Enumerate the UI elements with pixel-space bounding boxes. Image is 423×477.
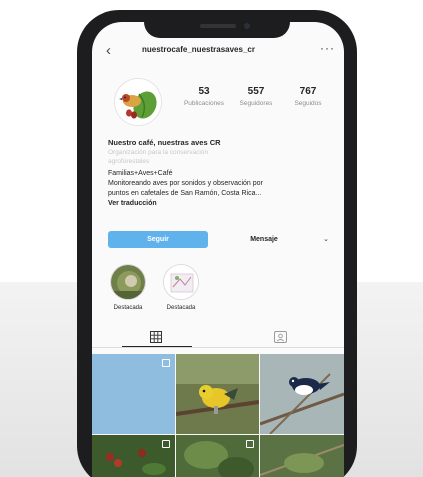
follow-button[interactable]: Seguir xyxy=(108,231,208,248)
following-label[interactable]: Seguidos xyxy=(280,100,336,107)
multiple-photos-icon xyxy=(162,440,170,448)
chevron-down-icon[interactable]: ⌄ xyxy=(318,231,334,248)
highlight-1-image xyxy=(111,265,145,299)
post-thumbnail[interactable] xyxy=(260,354,344,434)
highlight-2-image xyxy=(164,265,198,299)
post-3-blue-bird-image xyxy=(260,354,344,434)
avatar[interactable] xyxy=(114,78,162,126)
bio-faded-line-2: agroforestales xyxy=(108,158,150,165)
cafe-bird-logo xyxy=(115,79,161,125)
post-thumbnail[interactable] xyxy=(92,435,175,477)
see-translation-link[interactable]: Ver traducción xyxy=(108,200,157,207)
followers-label[interactable]: Seguidores xyxy=(228,100,284,107)
tabs-divider xyxy=(92,347,344,348)
highlight-1[interactable] xyxy=(110,264,146,300)
posts-count: 53 xyxy=(198,86,210,97)
phone-screen: ‹ nuestrocafe_nuestrasaves_cr ··· 53 Pub… xyxy=(92,22,344,477)
tagged-icon[interactable] xyxy=(274,330,287,348)
multiple-photos-icon xyxy=(246,440,254,448)
highlight-2[interactable] xyxy=(163,264,199,300)
message-button[interactable]: Mensaje xyxy=(214,231,314,248)
active-tab-indicator xyxy=(122,346,192,347)
bio-line-1: Familias+Aves+Café xyxy=(108,170,173,177)
post-6-branches-image xyxy=(260,435,344,477)
highlight-2-label: Destacada xyxy=(166,305,196,311)
posts-label: Publicaciones xyxy=(183,100,225,107)
bio-line-2: Monitoreando aves por sonidos y observac… xyxy=(108,180,263,187)
highlight-1-label: Destacada xyxy=(113,305,143,311)
back-icon[interactable]: ‹ xyxy=(106,42,111,59)
post-thumbnail[interactable] xyxy=(260,435,344,477)
followers-count[interactable]: 557 xyxy=(228,86,284,97)
post-thumbnail[interactable] xyxy=(176,435,259,477)
posts-grid xyxy=(92,354,344,477)
more-options-icon[interactable]: ··· xyxy=(320,41,335,55)
post-thumbnail[interactable] xyxy=(92,354,175,434)
front-camera xyxy=(244,23,250,29)
post-2-yellow-bird-image xyxy=(176,354,259,434)
profile-display-name: Nuestro café, nuestras aves CR xyxy=(108,138,221,147)
bio-line-3: puntos en cafetales de San Ramón, Costa … xyxy=(108,190,262,197)
bio-faded-line-1: Organización para la conservación xyxy=(108,149,209,156)
profile-username: nuestrocafe_nuestrasaves_cr xyxy=(142,45,255,54)
speaker-grille xyxy=(200,24,236,28)
post-thumbnail[interactable] xyxy=(176,354,259,434)
following-count[interactable]: 767 xyxy=(280,86,336,97)
multiple-photos-icon xyxy=(162,359,170,367)
